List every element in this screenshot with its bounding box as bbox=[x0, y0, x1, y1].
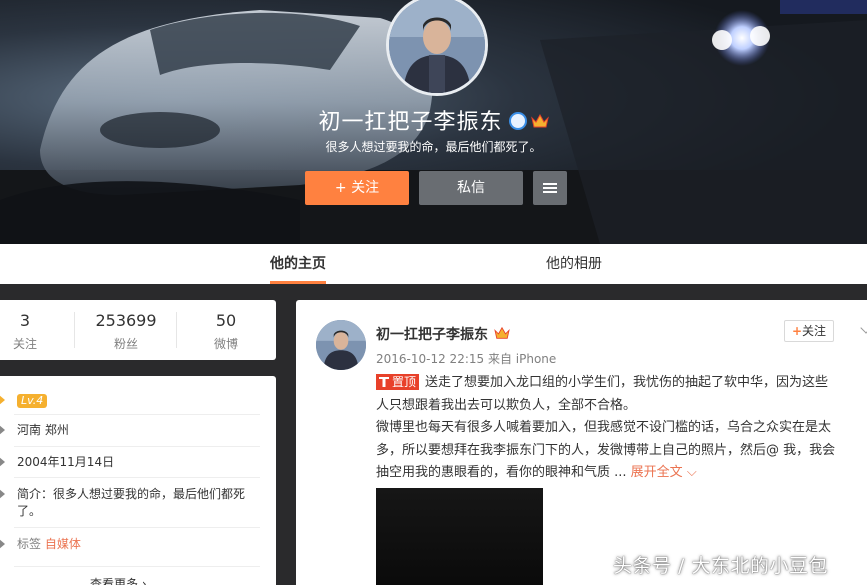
tab-home[interactable]: 他的主页 bbox=[270, 244, 326, 284]
post-avatar[interactable] bbox=[316, 320, 366, 370]
vip-crown-icon bbox=[494, 326, 510, 339]
profile-name: 初一扛把子李振东 bbox=[0, 104, 867, 136]
tab-album[interactable]: 他的相册 bbox=[546, 244, 602, 284]
verified-icon bbox=[508, 112, 527, 130]
profile-avatar[interactable] bbox=[386, 0, 488, 96]
divider bbox=[14, 477, 260, 478]
weibo-post-card: 初一扛把子李振东 2016-10-12 22:15 来自 iPhone +关注 … bbox=[296, 300, 867, 585]
location-text: 河南 郑州 bbox=[17, 423, 69, 437]
stat-fans-count: 253699 bbox=[95, 311, 157, 330]
post-follow-label: 关注 bbox=[802, 324, 827, 338]
chevron-down-icon[interactable] bbox=[860, 322, 867, 334]
post-image[interactable] bbox=[376, 488, 543, 585]
post-line: 抽空用我的惠眼看的，看你的眼神和气质 ... bbox=[376, 465, 627, 480]
divider bbox=[14, 414, 260, 415]
divider bbox=[14, 446, 260, 447]
divider bbox=[176, 312, 177, 348]
intro-text: 简介：很多人想过要我的命，最后他们都死了。 bbox=[17, 487, 246, 518]
stat-posts-label: 微博 bbox=[213, 337, 238, 351]
intro-icon bbox=[0, 488, 8, 500]
divider bbox=[14, 527, 260, 528]
profile-info-panel: Lv.4 河南 郑州 2004年11月14日 简介：很多人想过要我的命，最后他们… bbox=[0, 376, 276, 585]
vip-crown-icon bbox=[530, 113, 549, 128]
level-icon bbox=[0, 394, 8, 406]
post-follow-button[interactable]: +关注 bbox=[784, 320, 834, 342]
divider bbox=[74, 312, 75, 348]
expand-full-text-link[interactable]: 展开全文 bbox=[631, 465, 683, 480]
watermark: 头条号 / 大东北的小豆包 bbox=[613, 555, 828, 577]
post-line: 送走了想要加入龙口组的小学生们，我忧伤的抽起了软中华，因为这些 bbox=[425, 375, 829, 390]
stat-following-count: 3 bbox=[19, 311, 31, 330]
cover-banner: 初一扛把子李振东 很多人想过要我的命，最后他们都死了。 + 关注 私信 bbox=[0, 0, 867, 244]
plus-icon: + bbox=[791, 324, 803, 338]
profile-bio: 很多人想过要我的命，最后他们都死了。 bbox=[325, 140, 542, 154]
message-button[interactable]: 私信 bbox=[419, 171, 523, 205]
post-author-name[interactable]: 初一扛把子李振东 bbox=[376, 324, 488, 344]
post-line: 微博里也每天有很多人喊着要加入，但我感觉不设门槛的话，乌合之众实在是太 bbox=[376, 420, 832, 435]
stat-posts[interactable]: 50 微博 bbox=[178, 312, 274, 352]
stat-fans-label: 粉丝 bbox=[113, 337, 138, 351]
stat-following-label: 关注 bbox=[12, 337, 37, 351]
pinned-badge: 置顶 bbox=[376, 374, 420, 390]
tag-icon bbox=[0, 538, 8, 550]
menu-icon bbox=[543, 183, 557, 193]
more-menu-button[interactable] bbox=[533, 171, 567, 205]
post-line: 人只想跟着我出去可以欺负人，全部不合格。 bbox=[376, 397, 637, 413]
profile-tabbar: 他的主页 他的相册 bbox=[0, 244, 867, 284]
post-text: 置顶 送走了想要加入龙口组的小学生们，我忧伤的抽起了软中华，因为这些 人只想跟着我… bbox=[376, 372, 867, 485]
profile-name-text: 初一扛把子李振东 bbox=[318, 110, 503, 135]
stat-posts-count: 50 bbox=[215, 311, 237, 330]
divider bbox=[14, 566, 260, 567]
tag-link[interactable]: 自媒体 bbox=[45, 537, 81, 551]
location-pin-icon bbox=[0, 424, 8, 436]
stat-fans[interactable]: 253699 粉丝 bbox=[76, 312, 176, 352]
post-timestamp[interactable]: 2016-10-12 22:15 来自 iPhone bbox=[376, 350, 556, 367]
post-line: 多，所以要想拜在我李振东门下的人，发微博带上自己的照片，然后@ 我，我会 bbox=[376, 442, 836, 458]
birthday-text: 2004年11月14日 bbox=[17, 455, 115, 469]
calendar-icon bbox=[0, 456, 8, 468]
stat-following[interactable]: 3 关注 bbox=[0, 312, 50, 352]
tag-label: 标签 bbox=[17, 537, 42, 551]
follow-button[interactable]: + 关注 bbox=[305, 171, 409, 205]
stats-panel: 3 关注 253699 粉丝 50 微博 bbox=[0, 300, 276, 360]
chevron-down-icon: ⌵ bbox=[686, 465, 697, 480]
view-more-link[interactable]: 查看更多 › bbox=[90, 575, 147, 585]
level-badge[interactable]: Lv.4 bbox=[17, 394, 48, 408]
